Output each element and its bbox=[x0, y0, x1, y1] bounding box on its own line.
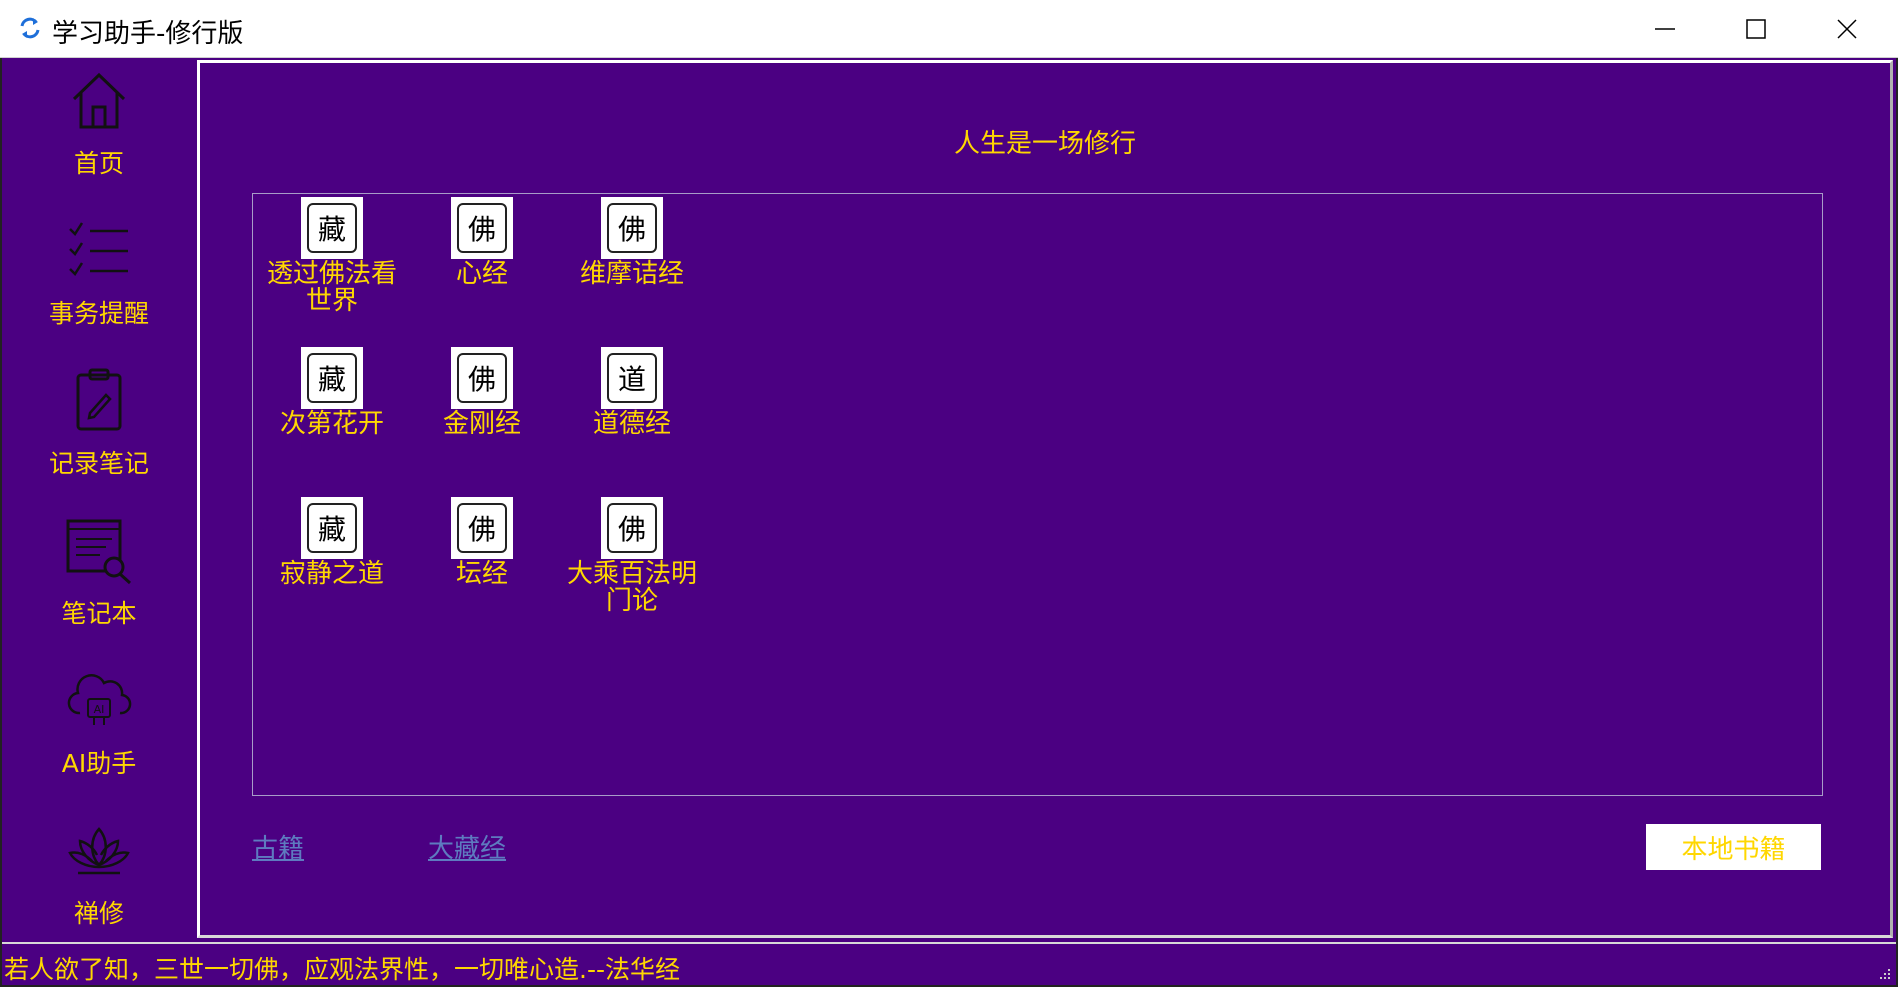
book-item[interactable]: 藏 次第花开 bbox=[257, 347, 407, 438]
maximize-button[interactable] bbox=[1711, 0, 1801, 58]
book-icon: 佛 bbox=[451, 497, 513, 559]
book-title: 维摩诘经 bbox=[579, 259, 684, 289]
page-title: 人生是一场修行 bbox=[953, 129, 1136, 159]
maximize-icon bbox=[1746, 19, 1766, 39]
book-title: 道德经 bbox=[592, 409, 671, 439]
book-icon: 藏 bbox=[301, 197, 363, 259]
sidebar-item-notebook[interactable]: 笔记本 bbox=[2, 510, 196, 650]
refresh-arrows-icon bbox=[20, 17, 40, 39]
minimize-button[interactable] bbox=[1620, 0, 1710, 58]
clipboard-pen-icon bbox=[59, 360, 139, 440]
book-title: 透过佛法看 世界 bbox=[266, 259, 397, 316]
local-books-button[interactable]: 本地书籍 bbox=[1646, 824, 1821, 870]
sidebar-item-label: 事务提醒 bbox=[48, 299, 149, 328]
close-button[interactable] bbox=[1802, 0, 1892, 58]
book-title: 心经 bbox=[455, 259, 508, 289]
status-quote: 若人欲了知，三世一切佛，应观法界性，一切唯心造.--法华经 bbox=[4, 955, 680, 984]
notebook-search-icon bbox=[59, 510, 139, 590]
sidebar-item-home[interactable]: 首页 bbox=[2, 60, 196, 200]
sidebar-item-ai-assistant[interactable]: AI AI助手 bbox=[2, 660, 196, 800]
book-icon: 佛 bbox=[451, 347, 513, 409]
sidebar-item-label: AI助手 bbox=[61, 749, 137, 778]
book-title: 次第花开 bbox=[279, 409, 384, 439]
book-title: 寂静之道 bbox=[279, 559, 384, 589]
sidebar-item-label: 首页 bbox=[73, 149, 124, 178]
window-title: 学习助手-修行版 bbox=[52, 19, 244, 49]
checklist-icon bbox=[59, 210, 139, 290]
sidebar-item-reminders[interactable]: 事务提醒 bbox=[2, 210, 196, 350]
lotus-icon bbox=[59, 810, 139, 890]
sidebar-item-label: 禅修 bbox=[73, 899, 124, 928]
svg-text:AI: AI bbox=[94, 703, 105, 716]
book-title: 坛经 bbox=[455, 559, 508, 589]
home-icon bbox=[59, 60, 139, 140]
book-title: 金刚经 bbox=[442, 409, 521, 439]
ai-cloud-icon: AI bbox=[59, 660, 139, 740]
book-item[interactable]: 佛 大乘百法明 门论 bbox=[557, 497, 707, 615]
book-icon: 佛 bbox=[451, 197, 513, 259]
sidebar-item-label: 记录笔记 bbox=[48, 449, 149, 478]
book-item[interactable]: 藏 寂静之道 bbox=[257, 497, 407, 588]
ancient-books-link[interactable]: 古籍 bbox=[252, 828, 304, 865]
book-item[interactable]: 佛 金刚经 bbox=[407, 347, 557, 438]
book-item[interactable]: 佛 维摩诘经 bbox=[557, 197, 707, 288]
sidebar-item-label: 笔记本 bbox=[61, 599, 137, 628]
sidebar: 首页 事务提醒 记录笔记 笔记本 AI AI助手 禅修 bbox=[2, 58, 196, 938]
book-item[interactable]: 佛 坛经 bbox=[407, 497, 557, 588]
book-icon: 藏 bbox=[301, 497, 363, 559]
book-item[interactable]: 藏 透过佛法看 世界 bbox=[257, 197, 407, 315]
book-icon: 佛 bbox=[601, 497, 663, 559]
title-bar: 学习助手-修行版 bbox=[0, 0, 1898, 58]
book-icon: 藏 bbox=[301, 347, 363, 409]
book-title: 大乘百法明 门论 bbox=[566, 559, 697, 616]
book-icon: 佛 bbox=[601, 197, 663, 259]
minimize-icon bbox=[1655, 28, 1675, 30]
book-item[interactable]: 佛 心经 bbox=[407, 197, 557, 288]
book-icon: 道 bbox=[601, 347, 663, 409]
sidebar-item-meditation[interactable]: 禅修 bbox=[2, 810, 196, 950]
resize-grip-icon[interactable] bbox=[1876, 965, 1892, 981]
book-list-panel: 藏 透过佛法看 世界 佛 心经 佛 维摩诘经 藏 次第花开 佛 金刚经 道 道德经… bbox=[252, 193, 1823, 796]
main-panel: 人生是一场修行 藏 透过佛法看 世界 佛 心经 佛 维摩诘经 藏 次第花开 佛 金… bbox=[197, 60, 1893, 938]
tripitaka-link[interactable]: 大藏经 bbox=[428, 828, 506, 865]
close-icon bbox=[1837, 19, 1857, 39]
sidebar-item-record-notes[interactable]: 记录笔记 bbox=[2, 360, 196, 500]
book-item[interactable]: 道 道德经 bbox=[557, 347, 707, 438]
status-bar: 若人欲了知，三世一切佛，应观法界性，一切唯心造.--法华经 bbox=[2, 942, 1896, 985]
